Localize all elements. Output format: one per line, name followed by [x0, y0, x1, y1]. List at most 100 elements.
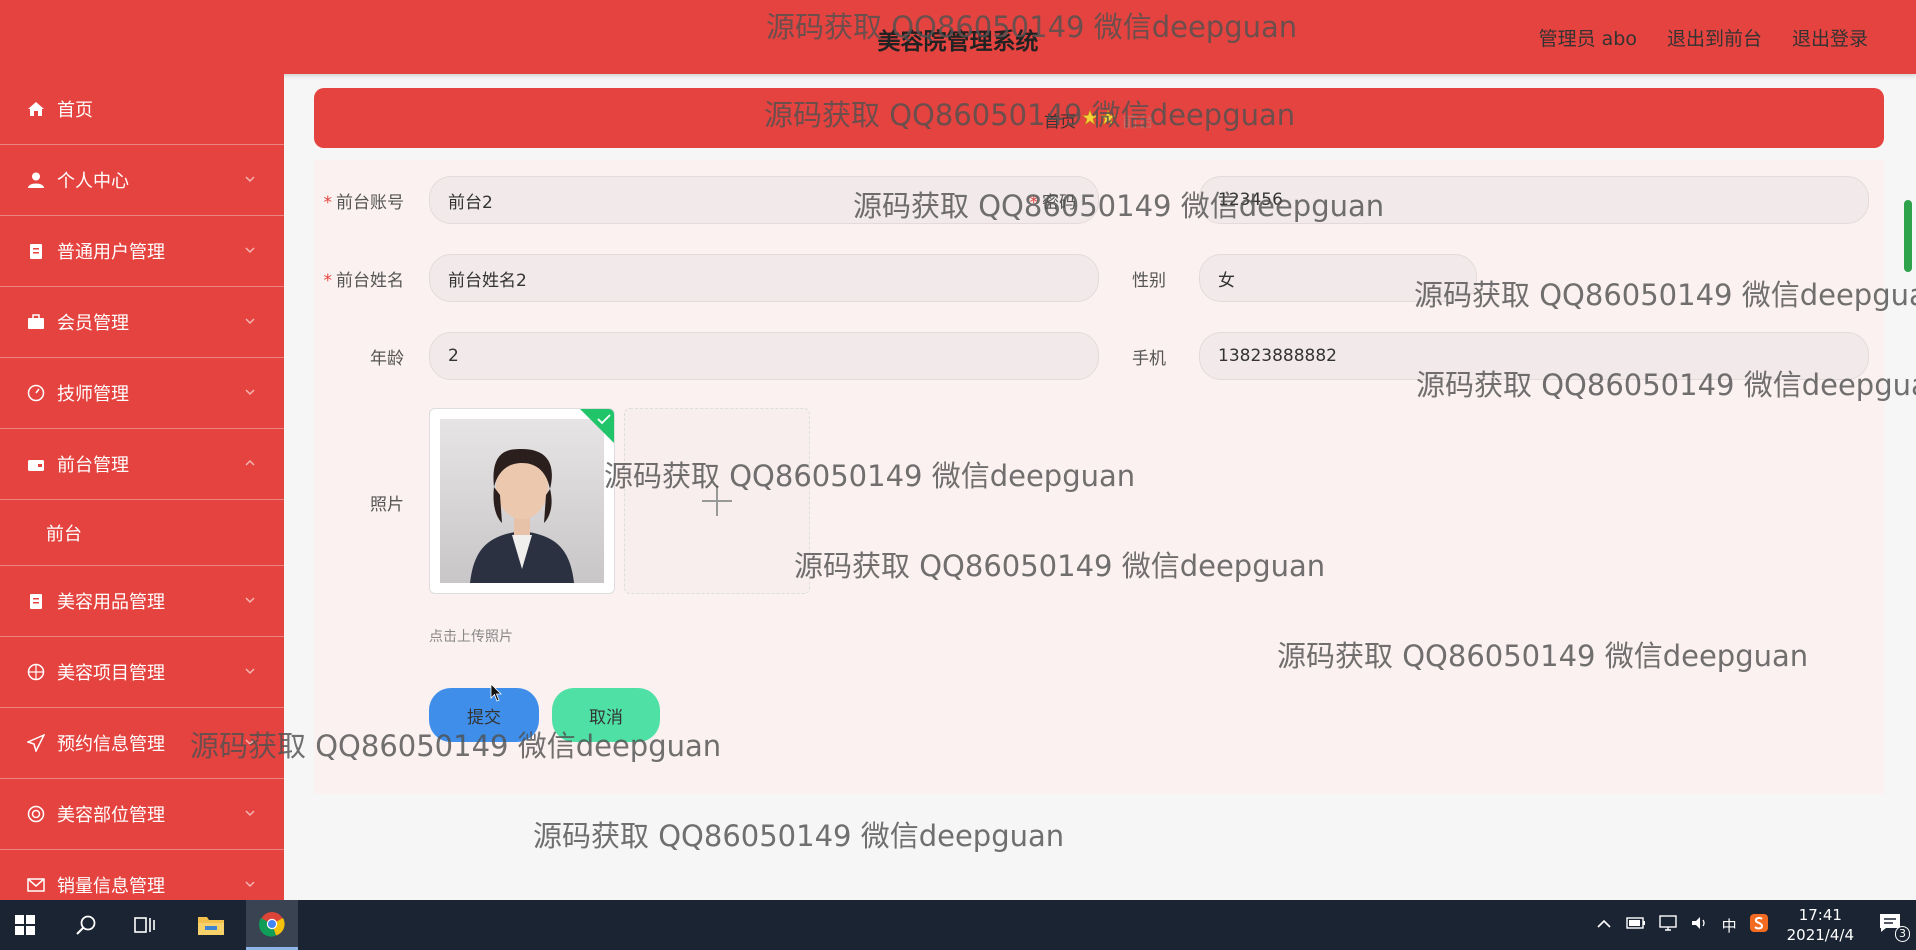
- gender-select[interactable]: 女: [1199, 254, 1477, 302]
- phone-input[interactable]: 13823888882: [1199, 332, 1869, 380]
- chevron-down-icon: [245, 739, 255, 746]
- header-links: 管理员 abo 退出到前台 退出登录: [1539, 24, 1868, 51]
- sidebar-item-label: 会员管理: [57, 313, 129, 334]
- file-explorer-button[interactable]: [186, 900, 236, 950]
- gauge-icon: [26, 383, 46, 403]
- exit-to-front-link[interactable]: 退出到前台: [1667, 24, 1762, 51]
- sidebar-item-label: 销量信息管理: [57, 876, 165, 897]
- top-header: 美容院管理系统 管理员 abo 退出到前台 退出登录: [0, 0, 1916, 74]
- chevron-down-icon: [245, 810, 255, 817]
- chevron-down-icon: [245, 597, 255, 604]
- volume-icon[interactable]: [1690, 915, 1710, 935]
- logout-link[interactable]: 退出登录: [1792, 24, 1868, 51]
- sidebar-item-label: 前台: [46, 523, 82, 545]
- briefcase-icon: [26, 312, 46, 332]
- sidebar-item-beauty-products[interactable]: 美容用品管理: [0, 566, 284, 637]
- photo-thumbnail[interactable]: [429, 408, 615, 594]
- sidebar-item-users[interactable]: 普通用户管理: [0, 216, 284, 287]
- os-taskbar: 中 17:41 2021/4/4 3: [0, 900, 1916, 950]
- mouse-cursor-icon: [490, 683, 502, 702]
- sidebar-item-profile[interactable]: 个人中心: [0, 145, 284, 216]
- chrome-icon: [259, 911, 285, 937]
- sidebar-item-label: 个人中心: [57, 171, 129, 192]
- network-icon[interactable]: [1658, 915, 1678, 935]
- target-icon: [26, 662, 46, 682]
- admin-user-label[interactable]: 管理员 abo: [1539, 24, 1637, 51]
- chevron-down-icon: [245, 881, 255, 888]
- chevron-down-icon: [245, 318, 255, 325]
- ime-indicator[interactable]: 中: [1722, 915, 1737, 936]
- photo-label: 照片: [370, 495, 404, 515]
- clipboard-icon: [26, 241, 46, 261]
- clipboard-icon: [26, 591, 46, 611]
- task-view-icon: [134, 917, 155, 933]
- send-icon: [26, 733, 46, 753]
- notification-center-button[interactable]: 3: [1878, 912, 1910, 942]
- system-tray: 中 17:41 2021/4/4 3: [1596, 900, 1916, 950]
- sidebar: 首页 个人中心 普通用户管理 会员管理 技师管理 前台管理 前台 美容用品管理 …: [0, 74, 284, 900]
- sidebar-item-home[interactable]: 首页: [0, 74, 284, 145]
- upload-button[interactable]: [624, 408, 810, 594]
- age-input[interactable]: 2: [429, 332, 1099, 380]
- sidebar-item-label: 美容用品管理: [57, 592, 165, 613]
- sidebar-item-label: 技师管理: [57, 384, 129, 405]
- sidebar-item-beauty-parts[interactable]: 美容部位管理: [0, 779, 284, 850]
- start-button[interactable]: [0, 900, 50, 950]
- cancel-button[interactable]: 取消: [552, 688, 660, 742]
- mail-icon: [26, 875, 46, 895]
- star-icon: [1081, 109, 1117, 131]
- battery-icon[interactable]: [1625, 916, 1646, 934]
- chrome-taskbar-button[interactable]: [246, 900, 298, 950]
- clock-date: 2021/4/4: [1786, 926, 1854, 944]
- sidebar-item-appointments[interactable]: 预约信息管理: [0, 708, 284, 779]
- account-label: * 前台账号: [323, 193, 405, 213]
- name-label: * 前台姓名: [323, 271, 405, 291]
- sidebar-item-label: 前台管理: [57, 455, 129, 476]
- name-input[interactable]: 前台姓名2: [429, 254, 1099, 302]
- sidebar-item-beauty-projects[interactable]: 美容项目管理: [0, 637, 284, 708]
- breadcrumb-home[interactable]: 首页: [1044, 108, 1076, 132]
- check-icon: [597, 414, 611, 425]
- sidebar-subitem-frontdesk[interactable]: 前台: [0, 500, 284, 566]
- breadcrumb-current: 前台: [1122, 112, 1155, 131]
- sidebar-item-sales[interactable]: 销量信息管理: [0, 850, 284, 900]
- notification-count-badge: 3: [1895, 926, 1910, 942]
- chevron-down-icon: [245, 176, 255, 183]
- windows-icon: [15, 915, 35, 935]
- breadcrumb: 首页 前台: [314, 108, 1884, 132]
- breadcrumb-bar: 首页 前台: [314, 88, 1884, 148]
- sidebar-item-frontdesk[interactable]: 前台管理: [0, 429, 284, 500]
- user-icon: [26, 170, 46, 190]
- submit-button[interactable]: 提交: [429, 688, 539, 742]
- chevron-up-icon: [245, 459, 255, 466]
- main-content: 首页 前台 * 前台账号 前台2 * 密码 123456 * 前台姓名 前台姓名2 性…: [284, 74, 1916, 900]
- circle-icon: [26, 804, 46, 824]
- age-label: 年龄: [370, 349, 404, 369]
- scrollbar[interactable]: [1904, 200, 1912, 272]
- edit-form: * 前台账号 前台2 * 密码 123456 * 前台姓名 前台姓名2 性别 女 年龄…: [314, 160, 1884, 794]
- home-icon: [26, 99, 46, 119]
- chevron-up-icon[interactable]: [1596, 916, 1612, 934]
- chevron-down-icon: [245, 668, 255, 675]
- sidebar-item-label: 美容项目管理: [57, 663, 165, 684]
- folder-icon: [198, 917, 224, 935]
- clock-time: 17:41: [1798, 906, 1842, 924]
- sidebar-item-label: 首页: [57, 100, 93, 121]
- task-view-button[interactable]: [120, 900, 170, 950]
- sidebar-item-members[interactable]: 会员管理: [0, 287, 284, 358]
- sidebar-item-label: 美容部位管理: [57, 805, 165, 826]
- sidebar-item-label: 预约信息管理: [57, 734, 165, 755]
- system-clock[interactable]: 17:41 2021/4/4: [1787, 905, 1854, 945]
- password-label: * 密码: [1029, 193, 1077, 213]
- search-button[interactable]: [62, 900, 112, 950]
- plus-icon: [702, 486, 732, 516]
- upload-hint: 点击上传照片: [429, 629, 513, 645]
- password-input[interactable]: 123456: [1199, 176, 1869, 224]
- chevron-down-icon: [245, 389, 255, 396]
- search-icon: [76, 915, 96, 935]
- sogou-ime-icon[interactable]: [1749, 913, 1769, 937]
- gender-label: 性别: [1132, 271, 1166, 291]
- sidebar-item-technicians[interactable]: 技师管理: [0, 358, 284, 429]
- sidebar-item-label: 普通用户管理: [57, 242, 165, 263]
- chevron-down-icon: [245, 247, 255, 254]
